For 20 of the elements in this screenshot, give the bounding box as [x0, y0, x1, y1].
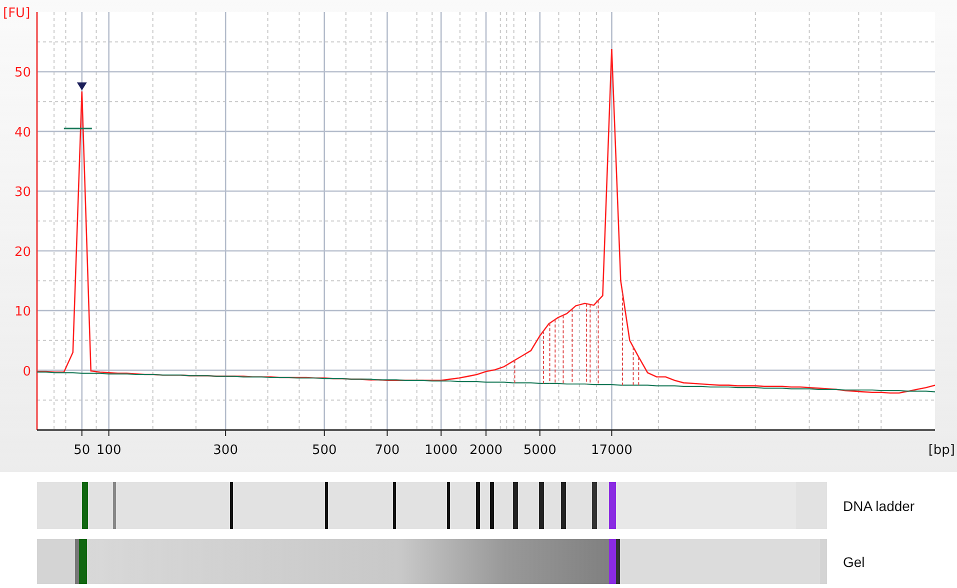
- peak-marker-drawing: [64, 82, 92, 130]
- y-tick-label: 50: [14, 66, 31, 81]
- x-tick-label: 300: [213, 443, 238, 458]
- x-axis-title: [bp]: [928, 443, 955, 458]
- x-tick-label: 500: [312, 443, 337, 458]
- y-tick-label: 0: [22, 364, 31, 380]
- lane-label: DNA ladder: [843, 498, 915, 514]
- y-tick-label: 30: [14, 185, 31, 200]
- lane-label: Gel: [843, 554, 865, 570]
- x-tick-label: 100: [96, 443, 122, 458]
- y-tick-label: 40: [14, 125, 31, 140]
- x-tick-label: 17000: [591, 443, 632, 458]
- x-tick-label: 5000: [523, 443, 556, 458]
- x-tick-label: 2000: [469, 443, 503, 458]
- x-tick-label: 50: [74, 443, 90, 458]
- y-tick-label: 10: [14, 304, 31, 320]
- x-tick-label: 700: [374, 443, 400, 458]
- y-tick-label: 20: [14, 244, 31, 260]
- y-axis-title: [FU]: [3, 6, 30, 21]
- x-tick-label: 1000: [424, 443, 458, 458]
